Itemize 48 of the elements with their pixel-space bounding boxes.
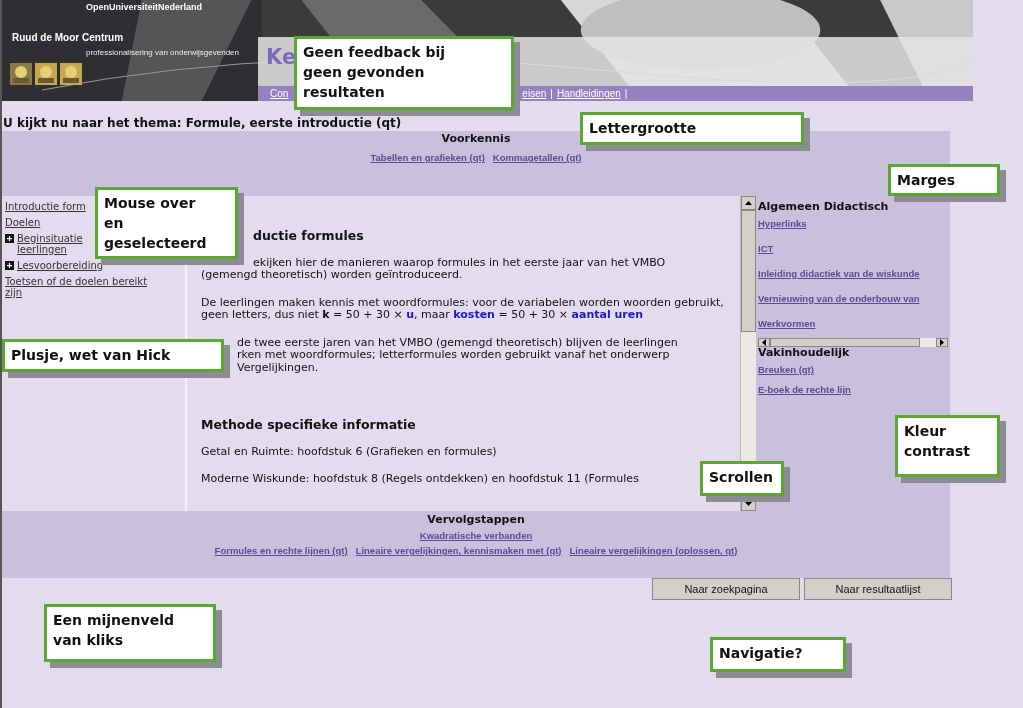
side-link[interactable]: ICT <box>758 243 948 254</box>
plus-icon[interactable] <box>5 234 14 243</box>
left-arrow-icon[interactable] <box>762 339 766 346</box>
callout: Plusje, wet van Hick <box>2 339 224 372</box>
side-link[interactable]: Vernieuwing van de onderbouw van <box>758 293 948 304</box>
nav-button[interactable]: Naar resultaatlijst <box>804 578 952 600</box>
topic-link[interactable]: Formules en rechte lijnen (qt) <box>214 545 348 556</box>
topic-link[interactable]: Lineaire vergelijkingen (oplossen, qt) <box>569 545 738 556</box>
callout: Kleur contrast <box>895 415 1000 477</box>
scroll-thumb[interactable] <box>770 338 920 347</box>
theme-heading: U kijkt nu naar het thema: Formule, eerste introductie (qt) <box>2 116 402 131</box>
section-heading: Methode specifieke informatie <box>201 419 417 432</box>
side-link[interactable]: Inleiding didactiek van de wiskunde <box>758 268 948 279</box>
callout: Navigatie? <box>710 637 846 672</box>
side-heading: Algemeen Didactisch <box>758 200 890 213</box>
menu-link[interactable]: Doelen <box>5 217 41 228</box>
horizontal-scrollbar[interactable] <box>758 338 948 347</box>
section-heading: ductie formules <box>252 230 365 243</box>
topic-link[interactable]: Lineaire vergelijkingen, kennismaken met (qt) <box>355 545 562 556</box>
paragraph: De leerlingen maken kennis met woordformules: voor de variabelen worden woorden gebruikt, geen letters, dus niet k = 50 + 30 × u, maar kosten = 50 + 30 × aantal uren <box>201 296 725 322</box>
menu-link[interactable]: Introductie form <box>5 201 86 212</box>
topic-link[interactable]: Kommagetallen (qt) <box>492 152 582 163</box>
side-link[interactable]: Werkvormen <box>758 318 948 329</box>
topic-link[interactable]: Tabellen en grafieken (qt) <box>370 152 485 163</box>
paragraph: ekijken hier de manieren waarop formules in het eerste jaar van het VMBO (gemengd theoretisch) worden geïntroduceerd. <box>201 256 667 282</box>
up-arrow-icon[interactable] <box>745 201 752 205</box>
paragraph: Getal en Ruimte: hoofdstuk 6 (Grafieken en formules) <box>201 445 498 458</box>
menu-link[interactable]: Lesvoorbereiding <box>17 260 104 271</box>
topic-link[interactable]: Kwadratische verbanden <box>419 530 533 541</box>
side-link[interactable]: E-boek de rechte lijn <box>758 384 948 395</box>
panel-title: Vervolgstappen <box>427 512 525 526</box>
side-heading: Vakinhoudelijk <box>758 346 851 359</box>
panel-title: Voorkennis <box>441 131 511 145</box>
down-arrow-icon[interactable] <box>745 502 752 506</box>
right-arrow-icon[interactable] <box>940 339 944 346</box>
menu-link[interactable]: Toetsen of de doelen bereikt zijn <box>5 276 148 298</box>
paragraph: de twee eerste jaren van het VMBO (gemengd theoretisch) blijven de leerlingen rken met woordformules; letterformules worden gebruikt vanaf het onderwerp Vergelijkingen. <box>236 336 679 374</box>
plus-icon[interactable] <box>5 261 14 270</box>
nav-button[interactable]: Naar zoekpagina <box>652 578 800 600</box>
callout: Scrollen <box>700 461 784 496</box>
scroll-thumb[interactable] <box>741 210 756 332</box>
callout: Lettergrootte <box>580 112 804 145</box>
callout: Marges <box>888 164 1000 196</box>
callout: Mouse over en geselecteerd <box>95 187 238 259</box>
side-link[interactable]: Hyperlinks <box>758 218 948 229</box>
side-link[interactable]: Breuken (qt) <box>758 364 948 375</box>
callout: Een mijnenveld van kliks <box>44 604 216 662</box>
menu-link[interactable]: Beginsituatie leerlingen <box>17 233 83 255</box>
